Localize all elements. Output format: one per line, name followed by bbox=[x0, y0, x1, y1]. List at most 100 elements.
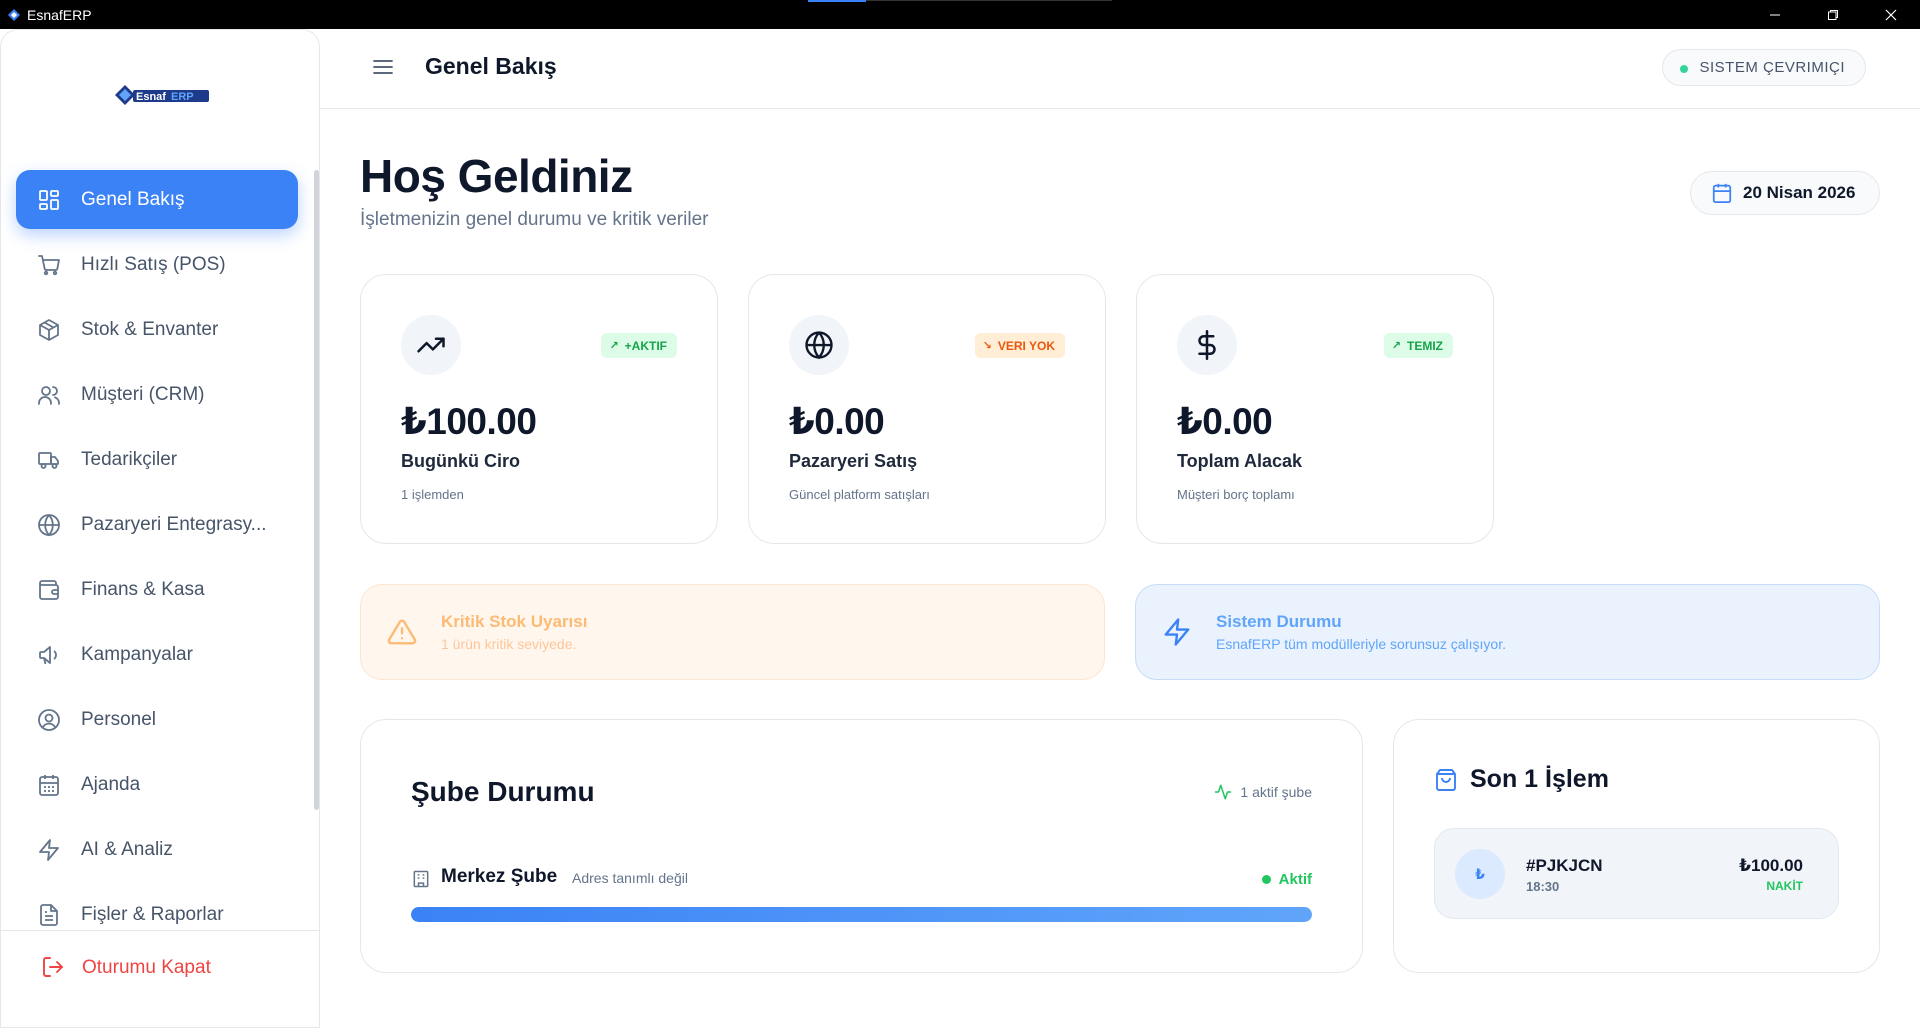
truck-icon bbox=[36, 447, 62, 473]
transaction-time: 18:30 bbox=[1526, 879, 1560, 894]
stat-value: ₺100.00 bbox=[401, 401, 537, 442]
stat-badge-label: VERI YOK bbox=[997, 338, 1055, 353]
branch-status-label: Aktif bbox=[1278, 871, 1312, 888]
restore-button[interactable] bbox=[1804, 0, 1862, 29]
sidebar-item-label: Stok & Envanter bbox=[81, 318, 219, 340]
arrow-down-right-icon: ↘ bbox=[982, 340, 992, 352]
branch-progress-bar bbox=[411, 907, 1312, 922]
calendar-icon bbox=[1712, 183, 1732, 204]
critical-stock-alert[interactable]: Kritik Stok Uyarısı 1 ürün kritik seviye… bbox=[360, 584, 1105, 680]
stat-icon-circle bbox=[789, 315, 849, 375]
hamburger-menu-icon[interactable] bbox=[372, 56, 394, 78]
close-icon bbox=[1885, 9, 1897, 20]
dollar-icon bbox=[1198, 330, 1216, 360]
file-icon bbox=[36, 902, 62, 928]
stat-badge-label: TEMIZ bbox=[1407, 338, 1443, 353]
sidebar-item-musteri[interactable]: Müşteri (CRM) bbox=[16, 365, 298, 424]
transaction-amount: ₺100.00 bbox=[1739, 856, 1803, 875]
sidebar-item-kampanyalar[interactable]: Kampanyalar bbox=[16, 625, 298, 684]
sidebar-item-label: Personel bbox=[81, 708, 156, 730]
top-header: Genel Bakış SISTEM ÇEVRIMIÇI bbox=[320, 29, 1920, 109]
transactions-title: Son 1 İşlem bbox=[1470, 765, 1609, 793]
trending-up-icon bbox=[417, 337, 445, 353]
zap-icon bbox=[36, 837, 62, 863]
sidebar-item-label: Pazaryeri Entegrasy... bbox=[81, 513, 267, 535]
date-badge[interactable]: 20 Nisan 2026 bbox=[1690, 171, 1880, 215]
stat-desc: 1 işlemden bbox=[401, 487, 464, 502]
date-label: 20 Nisan 2026 bbox=[1743, 183, 1856, 202]
sidebar-item-label: AI & Analiz bbox=[81, 838, 173, 860]
stat-desc: Müşteri borç toplamı bbox=[1177, 487, 1295, 502]
logout-label: Oturumu Kapat bbox=[82, 957, 211, 978]
sidebar-nav: Genel Bakış Hızlı Satış (POS) Stok & Env… bbox=[16, 170, 298, 950]
sidebar-item-personel[interactable]: Personel bbox=[16, 690, 298, 749]
transaction-item[interactable]: ₺ #PJKJCN 18:30 ₺100.00 NAKİT bbox=[1434, 828, 1839, 919]
active-branch-label: 1 aktif şube bbox=[1240, 784, 1312, 800]
minimize-icon bbox=[1770, 14, 1780, 15]
sidebar-item-pazaryeri[interactable]: Pazaryeri Entegrasy... bbox=[16, 495, 298, 554]
stat-badge-label: +AKTIF bbox=[624, 338, 667, 353]
branch-progress-fill bbox=[411, 907, 1312, 922]
transaction-method: NAKİT bbox=[1766, 879, 1803, 893]
sidebar-footer: Oturumu Kapat bbox=[1, 930, 319, 1028]
warning-triangle-icon bbox=[387, 619, 417, 645]
sidebar-item-label: Hızlı Satış (POS) bbox=[81, 253, 226, 275]
globe-icon bbox=[36, 512, 62, 538]
building-icon bbox=[413, 870, 429, 888]
sidebar: Esnaf ERP Genel Bakış Hızlı Satış (POS) … bbox=[0, 29, 320, 1028]
sidebar-item-ai-analiz[interactable]: AI & Analiz bbox=[16, 820, 298, 879]
sidebar-scrollbar[interactable] bbox=[314, 170, 319, 810]
restore-icon bbox=[1828, 9, 1838, 20]
stat-badge: ↘ VERI YOK bbox=[974, 333, 1065, 358]
system-status-badge: SISTEM ÇEVRIMIÇI bbox=[1662, 49, 1866, 86]
sidebar-item-genel-bakis[interactable]: Genel Bakış bbox=[16, 170, 298, 229]
stat-badge: ↗ +AKTIF bbox=[601, 333, 677, 358]
system-status-label: SISTEM ÇEVRIMIÇI bbox=[1699, 59, 1845, 76]
transaction-id: #PJKJCN bbox=[1526, 856, 1603, 875]
welcome-subtitle: İşletmenizin genel durumu ve kritik veri… bbox=[360, 209, 709, 230]
active-branch-count: 1 aktif şube bbox=[1214, 783, 1312, 801]
logout-button[interactable]: Oturumu Kapat bbox=[41, 955, 211, 981]
shopping-bag-icon bbox=[1436, 768, 1456, 791]
sidebar-item-stok[interactable]: Stok & Envanter bbox=[16, 300, 298, 359]
brand-logo: Esnaf ERP bbox=[115, 85, 209, 105]
window-title-bar: EsnafERP bbox=[0, 0, 1920, 29]
megaphone-icon bbox=[36, 642, 62, 668]
sidebar-item-tedarikciler[interactable]: Tedarikçiler bbox=[16, 430, 298, 489]
arrow-up-right-icon: ↗ bbox=[609, 340, 619, 352]
branch-address: Adres tanımlı değil bbox=[572, 870, 688, 886]
alert-desc: EsnafERP tüm modülleriyle sorunsuz çalış… bbox=[1216, 636, 1506, 652]
cart-icon bbox=[36, 252, 62, 278]
alert-title: Kritik Stok Uyarısı bbox=[441, 612, 588, 631]
stat-desc: Güncel platform satışları bbox=[789, 487, 930, 502]
brand-text-erp: ERP bbox=[171, 91, 194, 103]
titlebar-line bbox=[866, 0, 1112, 1]
stat-icon-circle bbox=[401, 315, 461, 375]
lira-icon: ₺ bbox=[1455, 849, 1505, 899]
minimize-button[interactable] bbox=[1746, 0, 1804, 29]
stat-card-pazaryeri: ↘ VERI YOK ₺0.00 Pazaryeri Satış Güncel p… bbox=[748, 274, 1106, 544]
stat-value: ₺0.00 bbox=[789, 401, 885, 442]
stat-icon-circle bbox=[1177, 315, 1237, 375]
sidebar-item-label: Kampanyalar bbox=[81, 643, 193, 665]
system-status-alert: Sistem Durumu EsnafERP tüm modülleriyle … bbox=[1135, 584, 1880, 680]
welcome-title: Hoş Geldiniz bbox=[360, 150, 633, 202]
titlebar-accent bbox=[808, 0, 866, 2]
wallet-icon bbox=[36, 577, 62, 603]
stat-title: Bugünkü Ciro bbox=[401, 451, 520, 471]
branch-status-card: Şube Durumu 1 aktif şube Merkez Şube Adr… bbox=[360, 719, 1363, 973]
sidebar-item-ajanda[interactable]: Ajanda bbox=[16, 755, 298, 814]
stat-card-alacak: ↗ TEMIZ ₺0.00 Toplam Alacak Müşteri borç … bbox=[1136, 274, 1494, 544]
branch-card-title: Şube Durumu bbox=[411, 776, 595, 807]
sidebar-item-hizli-satis[interactable]: Hızlı Satış (POS) bbox=[16, 235, 298, 294]
window-title: EsnafERP bbox=[27, 6, 92, 23]
stat-title: Pazaryeri Satış bbox=[789, 451, 918, 471]
sidebar-item-label: Müşteri (CRM) bbox=[81, 383, 205, 405]
stat-badge: ↗ TEMIZ bbox=[1383, 333, 1453, 358]
users-icon bbox=[36, 382, 62, 408]
branch-status: Aktif bbox=[1261, 871, 1312, 888]
close-window-button[interactable] bbox=[1862, 0, 1920, 29]
sidebar-item-finans[interactable]: Finans & Kasa bbox=[16, 560, 298, 619]
box-icon bbox=[36, 317, 62, 343]
branch-row[interactable]: Merkez Şube Adres tanımlı değil Aktif bbox=[411, 866, 1312, 894]
